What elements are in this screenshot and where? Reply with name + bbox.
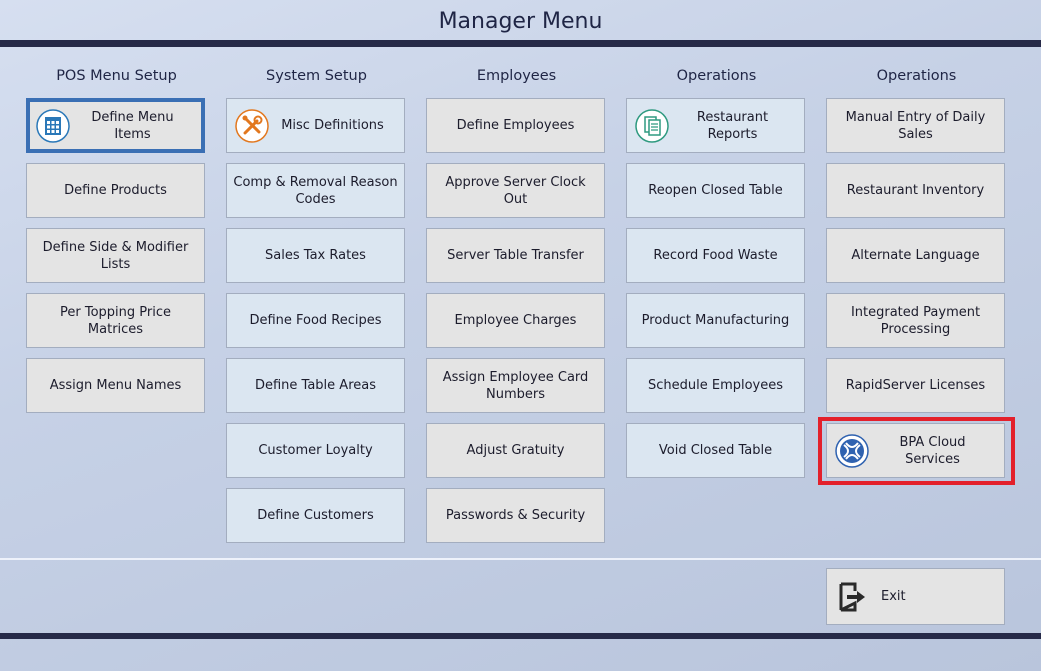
define-menu-items-label: Define Menu Items [91,109,174,142]
restaurant-reports-label: Restaurant Reports [696,109,769,142]
tools-icon [235,108,269,143]
per-topping-price-matrices-button[interactable]: Per Topping Price Matrices [26,293,205,348]
misc-definitions-button[interactable]: Misc Definitions [226,98,405,153]
footer-bar [0,633,1041,639]
rapidserver-licenses-button[interactable]: RapidServer Licenses [826,358,1005,413]
customer-loyalty-button[interactable]: Customer Loyalty [226,423,405,478]
server-table-transfer-button[interactable]: Server Table Transfer [426,228,605,283]
column-heading-operations: Operations [676,68,757,84]
alternate-language-button[interactable]: Alternate Language [826,228,1005,283]
void-closed-table-button[interactable]: Void Closed Table [626,423,805,478]
restaurant-reports-button[interactable]: Restaurant Reports [626,98,805,153]
column-heading-operations-2: Operations [876,68,957,84]
assign-menu-names-button[interactable]: Assign Menu Names [26,358,205,413]
product-manufacturing-button[interactable]: Product Manufacturing [626,293,805,348]
define-menu-items-button[interactable]: Define Menu Items [26,98,205,153]
misc-definitions-label: Misc Definitions [281,118,384,133]
define-side-modifier-lists-button[interactable]: Define Side & Modifier Lists [26,228,205,283]
highlight-box [818,417,1015,485]
approve-server-clock-out-button[interactable]: Approve Server Clock Out [426,163,605,218]
column-heading-system-setup: System Setup [266,68,367,84]
define-food-recipes-button[interactable]: Define Food Recipes [226,293,405,348]
define-customers-button[interactable]: Define Customers [226,488,405,543]
integrated-payment-processing-button[interactable]: Integrated Payment Processing [826,293,1005,348]
define-employees-button[interactable]: Define Employees [426,98,605,153]
column-heading-employees: Employees [476,68,557,84]
assign-employee-card-numbers-button[interactable]: Assign Employee Card Numbers [426,358,605,413]
exit-label: Exit [881,589,906,604]
reopen-closed-table-button[interactable]: Reopen Closed Table [626,163,805,218]
page-title: Manager Menu [438,9,603,34]
exit-icon [839,582,865,611]
comp-removal-reason-codes-button[interactable]: Comp & Removal Reason Codes [226,163,405,218]
define-products-button[interactable]: Define Products [26,163,205,218]
column-heading-pos-menu-setup: POS Menu Setup [56,68,177,84]
schedule-employees-button[interactable]: Schedule Employees [626,358,805,413]
exit-button[interactable]: Exit [826,568,1005,625]
manual-entry-daily-sales-button[interactable]: Manual Entry of Daily Sales [826,98,1005,153]
title-divider-bar [0,40,1041,47]
passwords-security-button[interactable]: Passwords & Security [426,488,605,543]
employee-charges-button[interactable]: Employee Charges [426,293,605,348]
calendar-grid-icon [36,108,70,143]
reports-icon [635,108,669,143]
footer-separator [0,558,1041,560]
define-table-areas-button[interactable]: Define Table Areas [226,358,405,413]
sales-tax-rates-button[interactable]: Sales Tax Rates [226,228,405,283]
restaurant-inventory-button[interactable]: Restaurant Inventory [826,163,1005,218]
adjust-gratuity-button[interactable]: Adjust Gratuity [426,423,605,478]
record-food-waste-button[interactable]: Record Food Waste [626,228,805,283]
